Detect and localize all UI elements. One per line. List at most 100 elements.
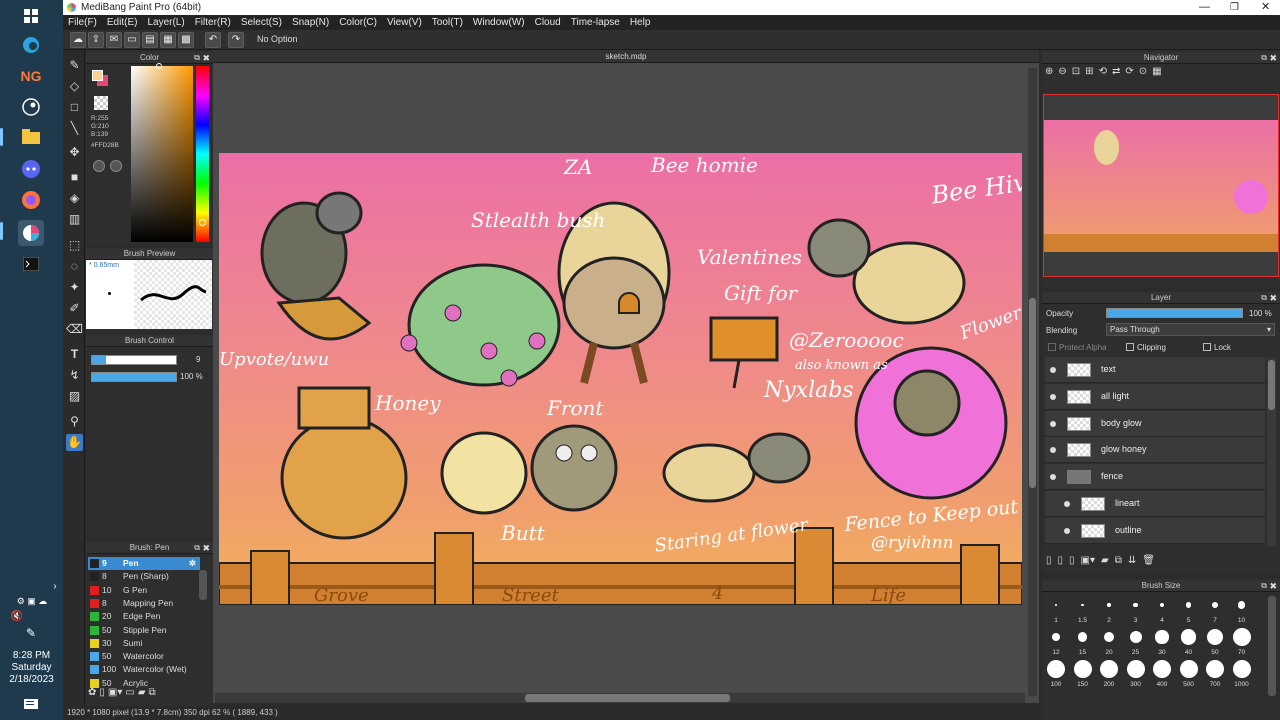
flip-icon[interactable]: ⇄	[1112, 66, 1120, 82]
color-picker-cursor[interactable]	[156, 63, 162, 69]
visibility-eye-icon[interactable]	[1064, 501, 1070, 507]
brush-size-dot[interactable]	[1133, 602, 1138, 608]
maximize-button[interactable]: ❐	[1230, 0, 1239, 15]
add-brush-icon[interactable]: ✿	[88, 687, 96, 703]
select-eraser-icon[interactable]: ⌫	[66, 321, 83, 338]
brush-size-label[interactable]: 200	[1096, 681, 1122, 688]
layer-opacity-value[interactable]: 100 %	[1249, 309, 1272, 318]
brush-list-item[interactable]: 30 Sumi	[88, 637, 200, 650]
clock-time[interactable]: 8:28 PM	[0, 650, 63, 662]
visibility-eye-icon[interactable]	[1064, 527, 1070, 534]
brush-size-dot[interactable]	[1185, 602, 1192, 608]
brush-size-label[interactable]: 400	[1149, 681, 1175, 688]
lock-checkbox[interactable]	[1203, 343, 1211, 351]
document-icon[interactable]: ▤	[142, 32, 158, 48]
brush-list-item[interactable]: 100 Watercolor (Wet)	[88, 663, 200, 676]
palette-icon[interactable]	[93, 160, 105, 172]
undo-icon[interactable]: ↶	[205, 32, 221, 48]
save-cloud-icon[interactable]: ⇪	[88, 32, 104, 48]
dot-tool-icon[interactable]: □	[66, 99, 83, 116]
firefox-icon[interactable]	[20, 189, 42, 211]
brush-size-label[interactable]: 700	[1202, 681, 1228, 688]
canvas-artwork[interactable]: ZA Bee homie Stlealth bush Bee Hivee Val…	[219, 153, 1022, 605]
brush-size-label[interactable]: 1.5	[1070, 617, 1096, 624]
hex-value[interactable]: #FFD28B	[91, 142, 119, 149]
brush-size-dot[interactable]	[1180, 629, 1197, 645]
menu-layer[interactable]: Layer(L)	[142, 15, 189, 30]
select-pen-icon[interactable]: ✐	[66, 300, 83, 317]
brush-size-dot[interactable]	[1179, 660, 1198, 678]
grid-icon[interactable]: ▦	[160, 32, 176, 48]
layer-row[interactable]: text	[1045, 357, 1265, 383]
brush-size-label[interactable]: 7	[1202, 617, 1228, 624]
document-tab[interactable]: sketch.mdp	[213, 50, 1039, 63]
move-tool-icon[interactable]: ✥	[66, 144, 83, 161]
brush-menu-icon[interactable]: ▣▾	[108, 687, 122, 703]
brush-list-item[interactable]: 50 Watercolor	[88, 650, 200, 663]
divide-tool-icon[interactable]: ▨	[66, 388, 83, 405]
menu-view[interactable]: View(V)	[382, 15, 427, 30]
eraser-tool-icon[interactable]: ◇	[66, 78, 83, 95]
clipping-checkbox[interactable]	[1126, 343, 1134, 351]
ng-app-icon[interactable]: NG	[20, 65, 42, 87]
brush-size-label[interactable]: 500	[1176, 681, 1202, 688]
brush-opacity-value[interactable]: 100 %	[180, 372, 203, 381]
duplicate-layer-icon[interactable]: ⧉	[1115, 555, 1122, 571]
transparent-color-swatch[interactable]	[94, 96, 108, 110]
navigator-preview[interactable]	[1043, 94, 1279, 277]
new-layer-icon[interactable]: ▯	[1046, 555, 1052, 571]
brush-size-slider[interactable]	[91, 355, 177, 365]
color-saturation-field[interactable]	[131, 66, 193, 242]
brush-size-label[interactable]: 150	[1070, 681, 1096, 688]
menu-timelapse[interactable]: Time-lapse	[566, 15, 625, 30]
discord-icon[interactable]	[20, 158, 42, 180]
brush-list-item[interactable]: 50 Stipple Pen	[88, 624, 200, 637]
steam-icon[interactable]	[20, 96, 42, 118]
visibility-eye-icon[interactable]	[1050, 420, 1056, 427]
brush-size-label[interactable]: 70	[1229, 649, 1255, 656]
brush-size-dot[interactable]	[1100, 660, 1118, 678]
brush-list-item[interactable]: 8 Pen (Sharp)	[88, 570, 200, 583]
brush-size-label[interactable]: 2	[1096, 617, 1122, 624]
menu-filter[interactable]: Filter(R)	[190, 15, 236, 30]
brush-size-label[interactable]: 25	[1123, 649, 1149, 656]
menu-window[interactable]: Window(W)	[468, 15, 530, 30]
new-brush-icon[interactable]: ▯	[99, 687, 105, 703]
brush-list-scrollbar[interactable]	[199, 570, 207, 600]
vertical-scrollbar[interactable]	[1028, 68, 1037, 696]
menu-tool[interactable]: Tool(T)	[427, 15, 468, 30]
brush-size-label[interactable]: 1	[1043, 617, 1069, 624]
visibility-eye-icon[interactable]	[1050, 393, 1056, 400]
grid-settings-icon[interactable]: ▩	[178, 32, 194, 48]
zoom-in-icon[interactable]: ⊕	[1045, 66, 1053, 82]
file-explorer-icon[interactable]	[20, 126, 42, 148]
windows-start-icon[interactable]	[20, 5, 42, 27]
menu-color[interactable]: Color(C)	[334, 15, 382, 30]
pen-tool-icon[interactable]: ╲	[66, 120, 83, 137]
hand-tool-icon[interactable]: ✋	[66, 434, 83, 451]
medibang-taskbar-icon[interactable]	[18, 220, 44, 246]
minimize-button[interactable]: —	[1199, 0, 1210, 15]
notification-icon[interactable]	[20, 694, 42, 716]
magic-wand-icon[interactable]: ✦	[66, 279, 83, 296]
panel-maximize-icon[interactable]: ⧉	[1261, 580, 1267, 592]
layer-row[interactable]: glow honey	[1045, 437, 1265, 464]
brush-size-label[interactable]: 100	[1043, 681, 1069, 688]
brush-list-item[interactable]: 10 G Pen	[88, 584, 200, 597]
brush-size-dot[interactable]	[1232, 628, 1251, 646]
brush-size-label[interactable]: 15	[1070, 649, 1096, 656]
visibility-eye-icon[interactable]	[1050, 474, 1056, 481]
select-tool-icon[interactable]: ⬚	[66, 237, 83, 254]
panel-maximize-icon[interactable]: ⧉	[1261, 292, 1267, 304]
brush-size-label[interactable]: 300	[1123, 681, 1149, 688]
layer-opacity-slider[interactable]	[1106, 308, 1243, 318]
brush-size-dot[interactable]	[1153, 660, 1171, 678]
menu-snap[interactable]: Snap(N)	[287, 15, 334, 30]
hue-slider[interactable]	[196, 66, 209, 242]
brush-size-label[interactable]: 40	[1176, 649, 1202, 656]
layer-row[interactable]: outline	[1045, 517, 1265, 544]
copy-brush-icon[interactable]: ▭	[125, 687, 134, 703]
visibility-eye-icon[interactable]	[1050, 367, 1056, 373]
edge-browser-icon[interactable]	[20, 34, 42, 56]
primary-color-swatch[interactable]	[92, 70, 103, 81]
